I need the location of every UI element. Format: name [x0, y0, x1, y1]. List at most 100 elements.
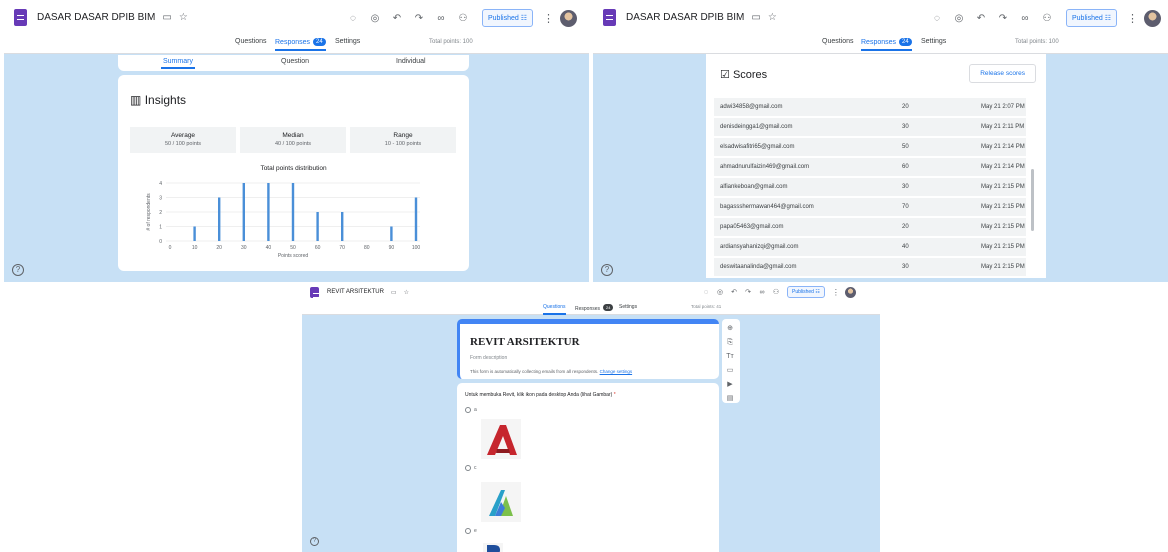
eye-icon[interactable]: ◎ — [364, 13, 386, 24]
respondent-email: papa05463@gmail.com — [720, 224, 784, 230]
release-scores-button[interactable]: Release scores — [969, 64, 1036, 83]
score-row[interactable]: denisdeingga1@gmail.com 30 May 21 2:11 PM — [714, 118, 1026, 136]
more-options-icon[interactable]: ⋮ — [543, 12, 554, 25]
score-row[interactable]: ardiansyahanizqi@gmail.com 40 May 21 2:15 … — [714, 238, 1026, 256]
star-icon[interactable]: ☆ — [768, 12, 777, 23]
bar[interactable] — [316, 212, 319, 241]
tab-responses[interactable]: Responses 24 — [575, 304, 614, 312]
radio-button[interactable] — [465, 407, 471, 413]
help-icon[interactable]: ? — [12, 264, 24, 276]
score-row[interactable]: deswitaanalinda@gmail.com 30 May 21 2:15 P… — [714, 258, 1026, 276]
bar[interactable] — [193, 226, 196, 242]
description-field[interactable]: Form description — [470, 355, 507, 361]
tab-settings[interactable]: Settings — [619, 304, 637, 310]
total-points: Total points: 41 — [691, 304, 722, 309]
bar[interactable] — [267, 183, 270, 241]
radio-button[interactable] — [465, 528, 471, 534]
forms-logo-icon[interactable] — [310, 286, 320, 298]
respondent-score: 20 — [902, 104, 909, 110]
option-e[interactable]: e — [465, 528, 477, 534]
folder-icon[interactable]: ▭ — [162, 12, 171, 23]
x-tick-label: 10 — [192, 245, 198, 251]
score-row[interactable]: elsadwisafitri65@gmail.com 50 May 21 2:14 … — [714, 138, 1026, 156]
add-person-icon[interactable]: ⚇ — [1036, 13, 1058, 24]
tab-questions[interactable]: Questions — [235, 38, 267, 45]
undo-icon[interactable]: ↶ — [970, 13, 992, 24]
total-points: Total points: 100 — [429, 39, 473, 45]
palette-icon[interactable]: ◌ — [926, 13, 948, 24]
undo-icon[interactable]: ↶ — [386, 13, 408, 24]
score-row[interactable]: bagassshermawan464@gmail.com 70 May 21 2:1… — [714, 198, 1026, 216]
more-options-icon[interactable]: ⋮ — [1127, 12, 1138, 25]
avatar[interactable] — [559, 9, 577, 27]
image-icon[interactable]: ▭ — [722, 364, 738, 378]
question-card[interactable]: Untuk membuka Revit, klik ikon pada desk… — [457, 383, 719, 552]
bar[interactable] — [414, 197, 418, 242]
eye-icon[interactable]: ◎ — [948, 13, 970, 24]
forms-logo-icon[interactable] — [14, 8, 27, 26]
radio-button[interactable] — [465, 465, 471, 471]
change-settings-link[interactable]: Change settings — [600, 369, 633, 374]
bar[interactable] — [291, 183, 295, 241]
form-title[interactable]: REVIT ARSITEKTUR — [327, 289, 384, 295]
tab-responses[interactable]: Responses 24 — [861, 38, 912, 51]
score-row[interactable]: adwi34858@gmail.com 20 May 21 2:07 PM — [714, 98, 1026, 116]
redo-icon[interactable]: ↷ — [408, 13, 430, 24]
subtab-question[interactable]: Question — [281, 58, 309, 65]
scores-heading: ☑ Scores — [720, 69, 768, 81]
star-icon[interactable]: ☆ — [179, 12, 188, 23]
bar[interactable] — [341, 212, 344, 241]
published-button[interactable]: Published ☷ — [787, 286, 825, 298]
tab-responses[interactable]: Responses 24 — [275, 38, 326, 51]
link-icon[interactable]: ∞ — [755, 289, 769, 296]
score-row[interactable]: alfiankeboan@gmail.com 30 May 21 2:15 PM — [714, 178, 1026, 196]
tab-settings[interactable]: Settings — [335, 38, 360, 45]
tab-settings[interactable]: Settings — [921, 38, 946, 45]
published-button[interactable]: Published ☷ — [1066, 9, 1117, 27]
help-icon[interactable]: ? — [310, 537, 319, 546]
bar[interactable] — [390, 226, 393, 242]
undo-icon[interactable]: ↶ — [727, 288, 741, 296]
link-icon[interactable]: ∞ — [430, 13, 452, 24]
redo-icon[interactable]: ↷ — [992, 13, 1014, 24]
video-icon[interactable]: ▶ — [722, 378, 738, 392]
forms-logo-icon[interactable] — [603, 8, 616, 26]
add-question-icon[interactable]: ⊕ — [722, 322, 738, 336]
tab-questions[interactable]: Questions — [822, 38, 854, 45]
avatar[interactable] — [844, 286, 856, 298]
subtab-individual[interactable]: Individual — [396, 58, 426, 65]
link-icon[interactable]: ∞ — [1014, 13, 1036, 24]
section-icon[interactable]: ▤ — [722, 392, 738, 406]
scrollbar[interactable] — [1031, 169, 1034, 231]
option-a[interactable]: a — [465, 407, 477, 413]
form-title[interactable]: DASAR DASAR DPIB BIM — [37, 12, 155, 23]
score-row[interactable]: papa05463@gmail.com 20 May 21 2:15 PM — [714, 218, 1026, 236]
option-c[interactable]: c — [465, 465, 477, 471]
score-row[interactable]: ahmadnurulfaizin469@gmail.com 60 May 21 2:… — [714, 158, 1026, 176]
tab-questions[interactable]: Questions — [543, 304, 566, 315]
submission-time: May 21 2:14 PM — [981, 144, 1025, 150]
add-person-icon[interactable]: ⚇ — [769, 288, 783, 296]
redo-icon[interactable]: ↷ — [741, 288, 755, 296]
folder-icon[interactable]: ▭ — [751, 12, 760, 23]
bar[interactable] — [242, 183, 245, 241]
published-button[interactable]: Published ☷ — [482, 9, 533, 27]
palette-icon[interactable]: ◌ — [342, 13, 364, 24]
eye-icon[interactable]: ◎ — [713, 288, 727, 296]
title-text-icon[interactable]: Tт — [722, 350, 738, 364]
avatar[interactable] — [1143, 9, 1161, 27]
star-icon[interactable]: ☆ — [404, 289, 409, 296]
help-icon[interactable]: ? — [601, 264, 613, 276]
editor-window: REVIT ARSITEKTUR ▭ ☆ ◌ ◎ ↶ ↷ ∞ ⚇ Publish… — [302, 283, 880, 552]
folder-icon[interactable]: ▭ — [391, 289, 397, 296]
bar[interactable] — [218, 197, 221, 242]
more-options-icon[interactable]: ⋮ — [832, 288, 840, 297]
palette-icon[interactable]: ◌ — [699, 289, 713, 296]
header-title[interactable]: REVIT ARSITEKTUR — [470, 336, 580, 348]
import-icon[interactable]: ⎘ — [722, 336, 738, 350]
subtab-summary[interactable]: Summary — [161, 58, 195, 69]
required-mark: * — [613, 392, 616, 398]
form-title[interactable]: DASAR DASAR DPIB BIM — [626, 12, 744, 23]
add-person-icon[interactable]: ⚇ — [452, 13, 474, 24]
form-header-card[interactable]: REVIT ARSITEKTUR Form description This f… — [457, 319, 719, 379]
